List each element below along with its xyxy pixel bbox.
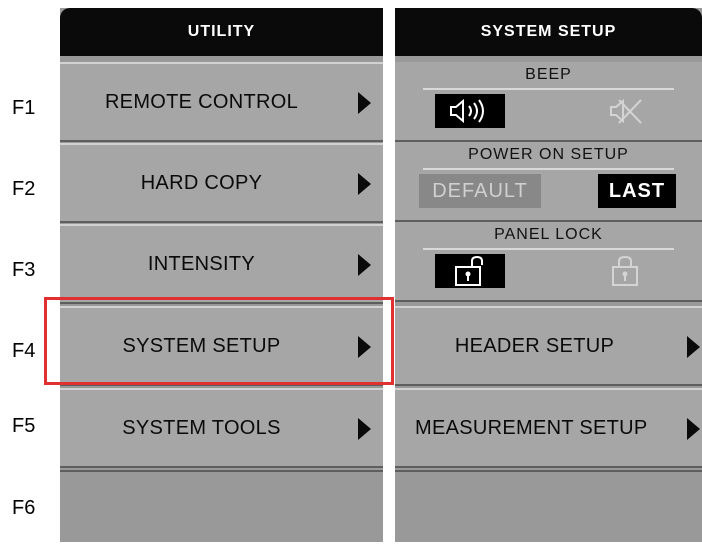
hard-copy-button[interactable]: HARD COPY <box>60 143 383 223</box>
system-setup-title: SYSTEM SETUP <box>395 8 702 56</box>
sound-off-icon[interactable] <box>600 94 650 128</box>
submenu-arrow-icon <box>358 418 371 440</box>
panel-lock-label: PANEL LOCK <box>423 224 674 250</box>
beep-toggle[interactable]: BEEP <box>395 62 702 142</box>
submenu-arrow-icon <box>687 336 700 358</box>
default-option[interactable]: DEFAULT <box>419 174 541 208</box>
last-option[interactable]: LAST <box>598 174 676 208</box>
panel-lock-toggle[interactable]: PANEL LOCK <box>395 222 702 302</box>
beep-label: BEEP <box>423 64 674 90</box>
measurement-setup-label: MEASUREMENT SETUP <box>415 416 648 439</box>
system-tools-label: SYSTEM TOOLS <box>122 416 281 439</box>
hard-copy-label: HARD COPY <box>140 171 263 194</box>
utility-menu-title: UTILITY <box>60 8 383 56</box>
utility-menu-panel: UTILITY REMOTE CONTROL HARD COPY INTENSI… <box>60 8 383 542</box>
power-on-setup-label: POWER ON SETUP <box>423 144 674 170</box>
submenu-arrow-icon <box>358 254 371 276</box>
intensity-button[interactable]: INTENSITY <box>60 224 383 304</box>
sound-on-icon[interactable] <box>435 94 505 128</box>
header-setup-label: HEADER SETUP <box>454 334 615 357</box>
header-setup-button[interactable]: HEADER SETUP <box>395 306 702 386</box>
submenu-arrow-icon <box>358 92 371 114</box>
f1-key-label: F1 <box>12 97 36 119</box>
measurement-setup-button[interactable]: MEASUREMENT SETUP <box>395 388 702 468</box>
remote-control-button[interactable]: REMOTE CONTROL <box>60 62 383 142</box>
f5-key-label: F5 <box>12 415 36 437</box>
f6-key-label: F6 <box>12 497 36 519</box>
f3-key-label: F3 <box>12 259 36 281</box>
locked-icon[interactable] <box>600 254 650 288</box>
submenu-arrow-icon <box>358 173 371 195</box>
intensity-label: INTENSITY <box>147 252 256 275</box>
f6-empty-slot <box>60 470 383 542</box>
system-tools-button[interactable]: SYSTEM TOOLS <box>60 388 383 468</box>
f4-key-label: F4 <box>12 340 36 362</box>
f6-empty-slot <box>395 470 702 542</box>
power-on-setup-toggle[interactable]: POWER ON SETUP DEFAULT LAST <box>395 142 702 222</box>
f2-key-label: F2 <box>12 178 36 200</box>
system-setup-panel: SYSTEM SETUP BEEP POWER ON SETUP DEFAULT… <box>395 8 702 542</box>
selection-highlight <box>44 297 394 385</box>
unlocked-icon[interactable] <box>435 254 505 288</box>
submenu-arrow-icon <box>687 418 700 440</box>
remote-control-label: REMOTE CONTROL <box>104 90 299 113</box>
